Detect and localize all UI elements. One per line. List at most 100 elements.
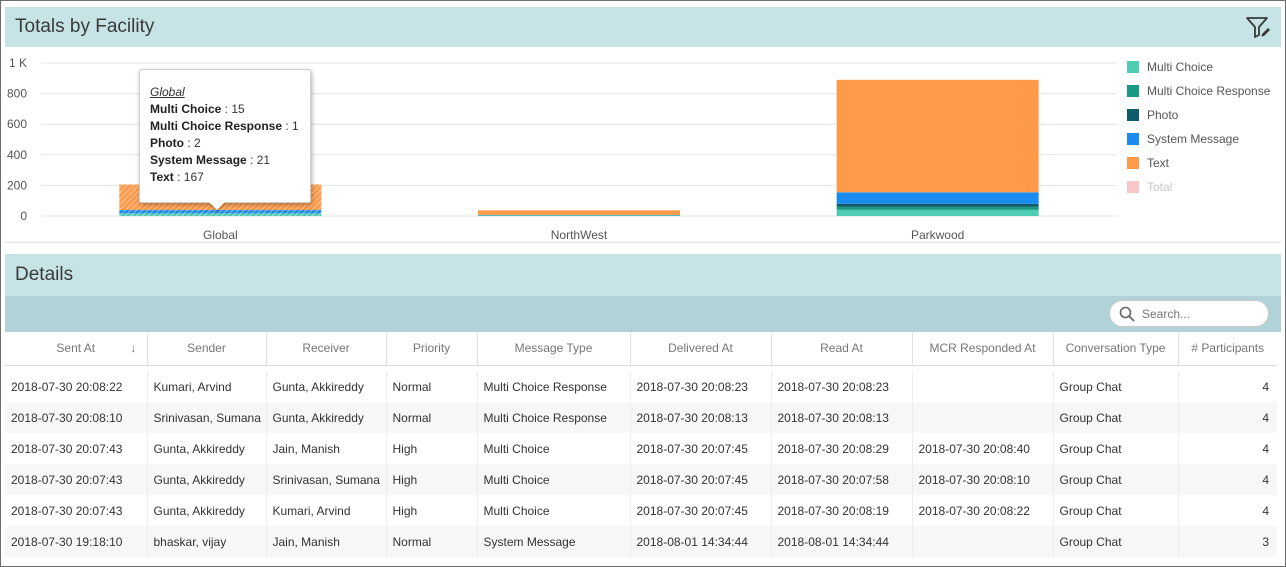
table-row[interactable]: 2018-07-30 20:08:10 Srinivasan, Sumana Gun… xyxy=(5,402,1277,433)
table-cell: Gunta, Akkireddy xyxy=(266,371,387,402)
legend-swatch xyxy=(1127,157,1139,169)
legend-label: System Message xyxy=(1147,132,1240,146)
bar-global-multi-choice[interactable] xyxy=(119,213,322,216)
legend-label: Multi Choice Response xyxy=(1147,84,1271,98)
table-cell: bhaskar, vijay xyxy=(147,526,267,557)
table-cell: 4 xyxy=(1262,503,1269,518)
table-cell: 2018-07-30 20:08:23 xyxy=(630,371,772,402)
legend-label: Text xyxy=(1147,156,1170,170)
tooltip-pointer xyxy=(209,202,225,210)
table-cell: Gunta, Akkireddy xyxy=(266,402,387,433)
bar-parkwood-text[interactable] xyxy=(836,79,1039,193)
tooltip-row-label: Multi Choice xyxy=(150,102,222,116)
bar-global-system-message[interactable] xyxy=(119,210,322,214)
table-cell: 2018-07-30 20:08:23 xyxy=(771,371,913,402)
bar-northwest-text[interactable] xyxy=(478,210,680,215)
column-header-message-type[interactable]: Message Type xyxy=(477,332,631,366)
column-header-receiver[interactable]: Receiver xyxy=(266,332,387,366)
table-cell: 2018-07-30 20:08:22 xyxy=(912,495,1054,526)
column-header-read-at[interactable]: Read At xyxy=(771,332,913,366)
column-header-conversation-type[interactable]: Conversation Type xyxy=(1053,332,1179,366)
tooltip-row: System Message : 21 xyxy=(150,152,300,169)
table-cell: Multi Choice Response xyxy=(477,402,631,433)
tooltip-row: Photo : 2 xyxy=(150,135,300,152)
tooltip-row-label: Photo xyxy=(150,136,184,150)
search-icon xyxy=(1119,306,1135,322)
column-header-participants[interactable]: # Participants xyxy=(1178,332,1277,366)
tooltip-row-value: : 2 xyxy=(184,136,201,150)
legend-swatch xyxy=(1127,181,1139,193)
table-row[interactable]: 2018-07-30 20:08:22 Kumari, Arvind Gunta, … xyxy=(5,371,1277,402)
column-header-sender[interactable]: Sender xyxy=(147,332,267,366)
table-cell: 2018-07-30 20:08:13 xyxy=(630,402,772,433)
totals-chart: 0 200 400 600 800 1 K Global NorthWest Parkwood … xyxy=(5,47,1281,243)
table-cell: 4 xyxy=(1178,464,1277,495)
legend-label: Multi Choice xyxy=(1147,60,1214,74)
tooltip-row-value: : 21 xyxy=(246,153,271,167)
details-panel-header: Details xyxy=(5,254,1281,296)
legend-swatch xyxy=(1127,133,1139,145)
bar-parkwood-multi-choice[interactable] xyxy=(836,209,1039,216)
bar-parkwood-multi-choice-response[interactable] xyxy=(836,206,1039,210)
column-header-label: Read At xyxy=(820,341,863,356)
table-row[interactable]: 2018-07-30 20:07:43 Gunta, Akkireddy Jain,… xyxy=(5,433,1277,464)
tooltip-row-value: : 167 xyxy=(173,170,204,184)
bar-parkwood-photo[interactable] xyxy=(836,203,1039,207)
totals-panel-title: Totals by Facility xyxy=(15,16,155,37)
tooltip-row: Text : 167 xyxy=(150,169,300,186)
table-cell: 2018-07-30 20:07:43 xyxy=(5,433,148,464)
legend-item-photo[interactable]: Photo xyxy=(1127,105,1283,129)
column-header-label: Sender xyxy=(187,341,226,356)
legend-item-total[interactable]: Total xyxy=(1127,177,1283,201)
table-row[interactable]: 2018-07-30 20:07:43 Gunta, Akkireddy Kumar… xyxy=(5,495,1277,526)
column-header-label: # Participants xyxy=(1191,341,1265,356)
table-cell: 4 xyxy=(1178,402,1277,433)
column-header-mcr-responded-at[interactable]: MCR Responded At xyxy=(912,332,1054,366)
table-cell: High xyxy=(386,495,478,526)
y-tick-label: 200 xyxy=(7,178,27,192)
table-cell: 2018-07-30 20:07:45 xyxy=(630,464,772,495)
filter-edit-icon[interactable] xyxy=(1245,15,1271,39)
chart-tooltip: Global Multi Choice : 15 Multi Choice Res… xyxy=(139,69,311,203)
table-cell: 2018-07-30 20:08:40 xyxy=(912,433,1054,464)
legend-item-multi-choice-response[interactable]: Multi Choice Response xyxy=(1127,81,1283,105)
dashboard-frame: Totals by Facility 0 200 400 600 800 1 K Globa… xyxy=(0,0,1286,567)
table-cell: High xyxy=(386,464,478,495)
table-cell: Jain, Manish xyxy=(266,433,387,464)
legend-label: Total xyxy=(1147,180,1173,194)
table-cell: 2018-07-30 20:07:43 xyxy=(5,464,148,495)
table-cell: Kumari, Arvind xyxy=(147,371,267,402)
column-header-priority[interactable]: Priority xyxy=(386,332,478,366)
column-header-delivered-at[interactable]: Delivered At xyxy=(630,332,772,366)
x-tick-label: NorthWest xyxy=(551,228,608,242)
bar-parkwood-system-message[interactable] xyxy=(836,192,1039,204)
details-table: Sent At ↓ Sender Receiver Priority Message Ty… xyxy=(5,332,1277,557)
search-input[interactable] xyxy=(1142,305,1260,323)
tooltip-row: Multi Choice : 15 xyxy=(150,101,300,118)
table-cell: High xyxy=(386,433,478,464)
legend-item-multi-choice[interactable]: Multi Choice xyxy=(1127,57,1283,81)
legend-item-system-message[interactable]: System Message xyxy=(1127,129,1283,153)
search-box[interactable] xyxy=(1109,300,1269,327)
y-tick-label: 1 K xyxy=(9,56,27,70)
column-header-sent-at[interactable]: Sent At ↓ xyxy=(5,332,148,366)
table-cell: 4 xyxy=(1262,441,1269,456)
table-row[interactable]: 2018-07-30 19:18:10 bhaskar, vijay Jain, M… xyxy=(5,526,1277,557)
table-row[interactable]: 2018-07-30 20:07:43 Gunta, Akkireddy Srini… xyxy=(5,464,1277,495)
legend-item-text[interactable]: Text xyxy=(1127,153,1283,177)
column-header-label: MCR Responded At xyxy=(929,341,1036,356)
table-cell: System Message xyxy=(477,526,631,557)
table-cell: 2018-07-30 20:07:43 xyxy=(5,495,148,526)
table-cell: Gunta, Akkireddy xyxy=(147,433,267,464)
sort-descending-icon[interactable]: ↓ xyxy=(131,341,137,355)
column-header-label: Delivered At xyxy=(668,341,733,356)
table-cell: Multi Choice xyxy=(477,464,631,495)
table-cell: Group Chat xyxy=(1053,464,1179,495)
table-cell: 4 xyxy=(1262,379,1269,394)
table-cell: 2018-07-30 19:18:10 xyxy=(5,526,148,557)
table-cell xyxy=(912,402,1054,433)
table-cell: 2018-07-30 20:08:19 xyxy=(771,495,913,526)
table-header-row: Sent At ↓ Sender Receiver Priority Message Ty… xyxy=(5,332,1277,366)
table-cell: Jain, Manish xyxy=(266,526,387,557)
table-cell: 2018-08-01 14:34:44 xyxy=(771,526,913,557)
